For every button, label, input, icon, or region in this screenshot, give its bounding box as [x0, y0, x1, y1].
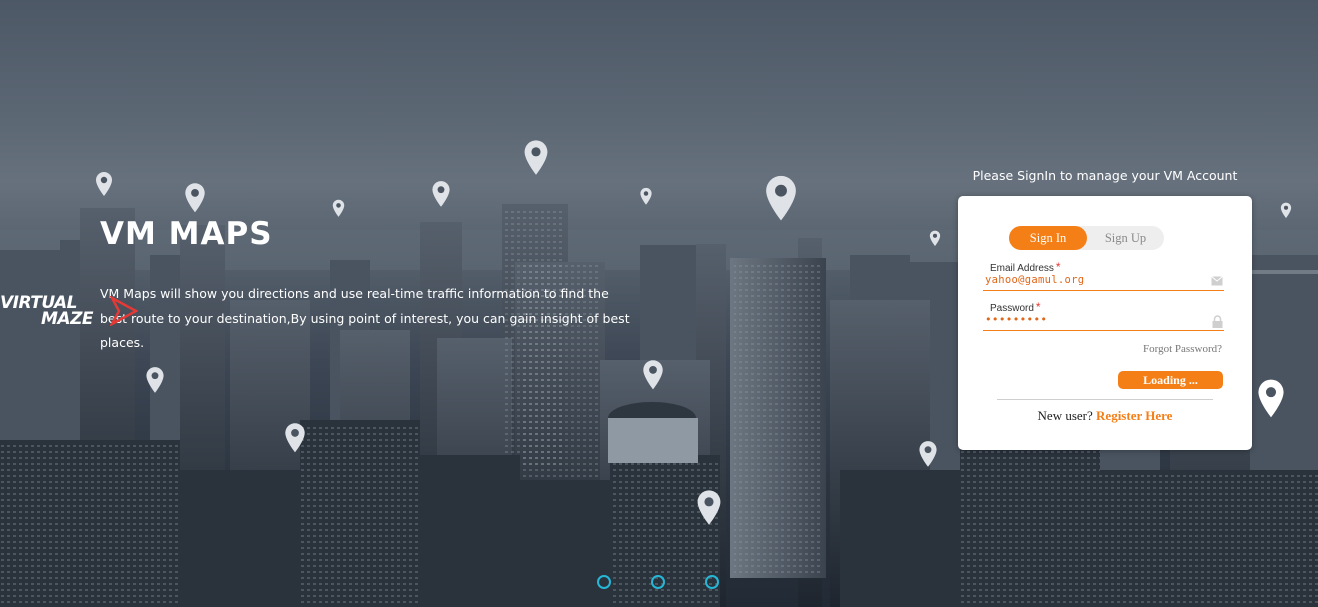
lock-icon [1212, 315, 1223, 328]
email-value: yahoo@gamul.org [985, 274, 1085, 286]
carousel-dot[interactable] [705, 575, 719, 589]
map-pin-icon [96, 172, 112, 196]
hero-title: VM MAPS [100, 216, 273, 252]
email-field[interactable]: yahoo@gamul.org [983, 273, 1224, 291]
password-field[interactable]: ••••••••• [983, 313, 1224, 331]
map-pin-icon [146, 367, 164, 393]
envelope-icon [1211, 276, 1223, 286]
map-pin-icon [332, 199, 345, 217]
email-label: Email Address * [990, 260, 1061, 274]
signin-submit-button[interactable]: Loading ... [1118, 371, 1223, 389]
carousel-dot[interactable] [597, 575, 611, 589]
divider [997, 399, 1213, 400]
map-pin-icon [185, 183, 205, 213]
new-user-text: New user? [1037, 408, 1093, 423]
carousel-dot[interactable] [651, 575, 665, 589]
auth-tab-switcher: Sign In Sign Up [1009, 226, 1164, 250]
map-pin-icon [285, 423, 305, 453]
required-mark: * [1055, 260, 1061, 274]
register-link[interactable]: Register Here [1096, 408, 1172, 423]
map-pin-icon [640, 187, 652, 205]
logo-arrow-icon [110, 296, 138, 326]
tab-sign-in[interactable]: Sign In [1009, 226, 1087, 250]
map-pin-icon [643, 360, 663, 390]
password-value: ••••••••• [985, 313, 1048, 326]
logo-text-line2: MAZE [41, 309, 94, 329]
hero-description: VM Maps will show you directions and use… [100, 286, 630, 350]
required-mark: * [1035, 300, 1041, 314]
map-pin-icon [432, 181, 450, 207]
signin-panel: Sign In Sign Up Email Address * yahoo@gam… [958, 196, 1252, 450]
map-pin-icon [1258, 379, 1284, 418]
signin-caption: Please SignIn to manage your VM Account [972, 168, 1238, 183]
virtual-maze-logo[interactable]: VIRTUAL MAZE [0, 292, 140, 332]
map-pin-icon [697, 490, 721, 525]
map-pin-icon [919, 441, 937, 467]
map-pin-icon [1280, 202, 1292, 219]
carousel-indicators [597, 575, 719, 589]
new-user-row: New user? Register Here [958, 408, 1252, 424]
tab-sign-up[interactable]: Sign Up [1087, 226, 1164, 250]
map-pin-icon [766, 175, 796, 221]
password-label: Password * [990, 300, 1041, 314]
map-pin-icon [524, 140, 548, 175]
map-pin-icon [929, 230, 941, 247]
forgot-password-link[interactable]: Forgot Password? [1143, 343, 1222, 355]
